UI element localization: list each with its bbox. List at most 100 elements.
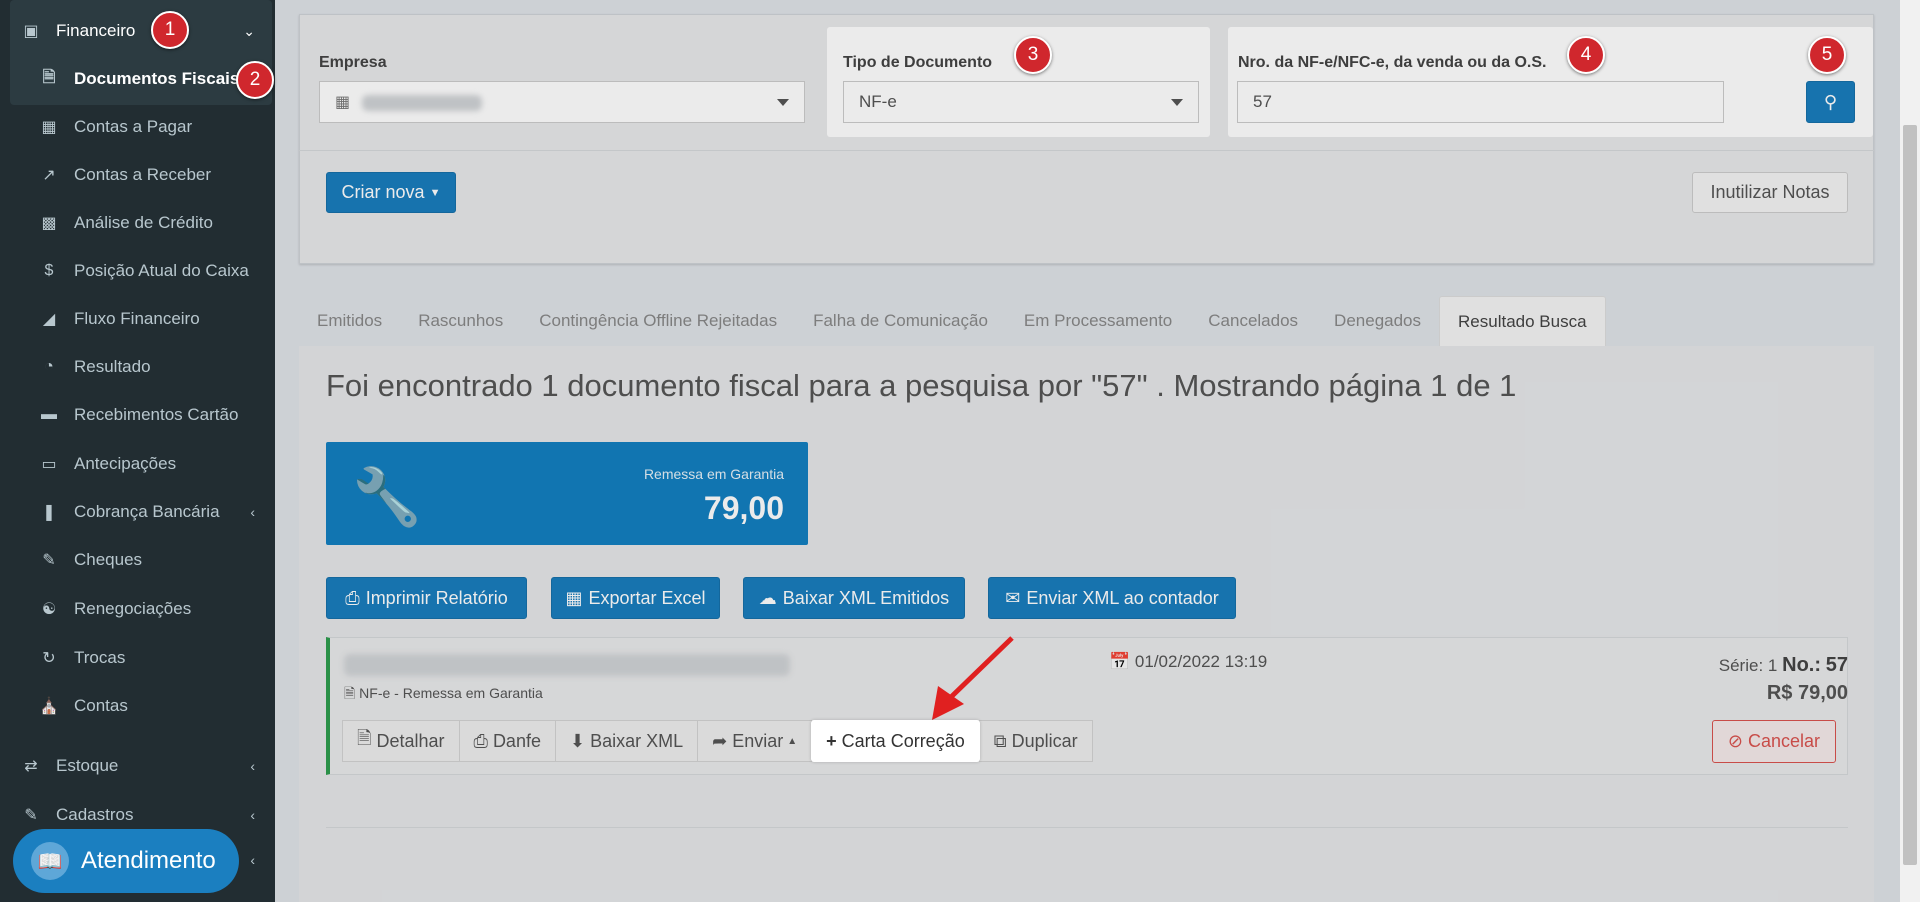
sidebar-item-label: Fluxo Financeiro	[74, 309, 200, 328]
step-badge-3: 3	[1014, 36, 1052, 74]
tile-label: Remessa em Garantia	[643, 466, 784, 482]
sidebar-item-label: Cheques	[74, 550, 143, 569]
money-icon: ▣	[23, 23, 39, 40]
tab-emitidos[interactable]: Emitidos	[299, 296, 400, 346]
calculator-icon: ▦	[41, 119, 57, 136]
sidebar-item-label: Análise de Crédito	[74, 213, 213, 232]
criar-nova-button[interactable]: Criar nova ▼	[326, 172, 456, 213]
sidebar-item-label: Trocas	[74, 648, 126, 667]
tab-denegados[interactable]: Denegados	[1316, 296, 1439, 346]
baixar-xml-label: Baixar XML	[590, 730, 684, 751]
bank-icon: ⛪	[39, 698, 59, 715]
tab-em-processamento[interactable]: Em Processamento	[1006, 296, 1190, 346]
document-type-text: NF-e - Remessa em Garantia	[359, 685, 543, 701]
sidebar-item-cheques[interactable]: ✎ Cheques	[0, 537, 275, 583]
sidebar-item-renegociacoes[interactable]: ☯ Renegociações	[0, 586, 275, 632]
sidebar-item-documentos-fiscais[interactable]: 🗎 Documentos Fiscais	[0, 56, 275, 102]
sidebar-item-trocas[interactable]: ↻ Trocas	[0, 635, 275, 681]
chevron-left-icon: ‹	[250, 807, 255, 823]
document-date: 📅 01/02/2022 13:19	[1109, 652, 1267, 672]
carta-correcao-button[interactable]: + Carta Correção	[811, 720, 980, 762]
print-icon: ⎙	[473, 730, 488, 751]
sidebar-item-contas-pagar[interactable]: ▦ Contas a Pagar	[0, 104, 275, 150]
document-number: Série: 1 No.: 57	[1719, 654, 1848, 677]
document-name-blurred	[344, 654, 790, 676]
sidebar-item-contas[interactable]: ⛪ Contas	[0, 683, 275, 729]
sidebar: ▣ Financeiro ⌄ 🗎 Documentos Fiscais ▦ Co…	[0, 0, 275, 902]
search-icon: ⚲	[1823, 91, 1838, 112]
tab-cancelados[interactable]: Cancelados	[1190, 296, 1316, 346]
step-badge-1: 1	[151, 11, 189, 49]
tipo-documento-value: NF-e	[859, 92, 897, 111]
sidebar-item-posicao-caixa[interactable]: $ Posição Atual do Caixa	[0, 248, 275, 294]
chevron-left-icon: ‹	[250, 504, 255, 520]
tab-rascunhos[interactable]: Rascunhos	[400, 296, 521, 346]
share-icon: ➦	[712, 730, 728, 751]
line-chart-icon: ↗	[42, 167, 56, 184]
sidebar-item-label: Antecipações	[74, 454, 177, 473]
scrollbar-thumb[interactable]	[1903, 125, 1917, 865]
imprimir-relatorio-button[interactable]: ⎙ Imprimir Relatório	[326, 577, 527, 619]
baixar-xml-emitidos-button[interactable]: ☁ Baixar XML Emitidos	[743, 577, 965, 619]
cloud-download-icon: ☁	[758, 587, 777, 608]
book-icon: 📖	[31, 842, 69, 880]
area-chart-icon: ◢	[42, 311, 56, 328]
sidebar-item-recebimentos-cartao[interactable]: ▬ Recebimentos Cartão	[0, 392, 275, 438]
sidebar-item-cobranca-bancaria[interactable]: ❚ Cobrança Bancária ‹	[0, 489, 275, 535]
enviar-label: Enviar	[732, 730, 784, 751]
tipo-documento-label: Tipo de Documento	[843, 54, 993, 71]
detalhar-label: Detalhar	[376, 730, 445, 751]
detalhar-button[interactable]: 🗎 Detalhar	[342, 720, 460, 762]
sidebar-item-label: Cadastros	[56, 805, 134, 824]
search-button[interactable]: ⚲	[1806, 81, 1855, 123]
cancelar-button[interactable]: ⊘ Cancelar	[1712, 720, 1836, 763]
id-card-icon: ▩	[41, 215, 57, 232]
sidebar-item-label: Renegociações	[74, 599, 192, 618]
sidebar-item-analise-credito[interactable]: ▩ Análise de Crédito	[0, 200, 275, 246]
building-icon: ▦	[335, 94, 351, 111]
exportar-excel-button[interactable]: ▦ Exportar Excel	[551, 577, 720, 619]
empresa-value-blurred	[362, 95, 482, 111]
enviar-label: Enviar XML ao contador	[1026, 587, 1219, 608]
numero-input[interactable]	[1237, 81, 1724, 123]
enviar-xml-contador-button[interactable]: ✉ Enviar XML ao contador	[988, 577, 1236, 619]
sidebar-item-label: Recebimentos Cartão	[74, 405, 239, 424]
empresa-select[interactable]: ▦	[319, 81, 805, 123]
danfe-label: Danfe	[492, 730, 541, 751]
document-amount: R$ 79,00	[1766, 682, 1848, 704]
sidebar-item-contas-receber[interactable]: ↗ Contas a Receber	[0, 152, 275, 198]
tipo-documento-select[interactable]: NF-e	[843, 81, 1199, 123]
sidebar-item-antecipacoes[interactable]: ▭ Antecipações	[0, 441, 275, 487]
support-chat-button[interactable]: 📖 Atendimento	[13, 829, 239, 893]
tab-resultado-busca[interactable]: Resultado Busca	[1439, 296, 1606, 346]
sidebar-item-label: Documentos Fiscais	[74, 69, 240, 88]
chevron-left-icon[interactable]: ‹	[250, 852, 255, 868]
chevron-left-icon: ‹	[250, 758, 255, 774]
tab-falha-comunicacao[interactable]: Falha de Comunicação	[795, 296, 1006, 346]
baixar-label: Baixar XML Emitidos	[782, 587, 950, 608]
credit-card-icon: ▬	[41, 406, 57, 423]
tab-contingencia[interactable]: Contingência Offline Rejeitadas	[521, 296, 795, 346]
sidebar-item-fluxo-financeiro[interactable]: ◢ Fluxo Financeiro	[0, 296, 275, 342]
sidebar-item-label: Financeiro	[56, 21, 136, 40]
enviar-button[interactable]: ➦ Enviar ▲	[697, 720, 813, 762]
exportar-label: Exportar Excel	[588, 587, 706, 608]
sidebar-item-financeiro[interactable]: ▣ Financeiro ⌄	[0, 8, 275, 54]
inutilizar-notas-button[interactable]: Inutilizar Notas	[1692, 172, 1848, 213]
sidebar-item-estoque[interactable]: ⇄ Estoque ‹	[0, 743, 275, 789]
arrow-annotation	[932, 636, 1014, 720]
download-icon: ⬇	[569, 730, 586, 751]
edit-icon: ✎	[42, 552, 56, 569]
numero-label: Nro. da NF-e/NFC-e, da venda ou da O.S.	[1238, 54, 1547, 71]
document-date-text: 01/02/2022 13:19	[1134, 652, 1268, 671]
danfe-button[interactable]: ⎙ Danfe	[458, 720, 556, 762]
imprimir-label: Imprimir Relatório	[365, 587, 508, 608]
plus-icon: +	[826, 730, 837, 751]
copy-icon: ⧉	[993, 730, 1007, 751]
no-label: No.:	[1782, 654, 1822, 676]
sidebar-item-label: Contas	[74, 696, 128, 715]
sidebar-item-resultado[interactable]: ◔ Resultado	[0, 344, 275, 390]
baixar-xml-button[interactable]: ⬇ Baixar XML	[554, 720, 699, 762]
calendar-icon: 📅	[1109, 652, 1131, 671]
wrench-icon: 🔧	[352, 465, 422, 528]
